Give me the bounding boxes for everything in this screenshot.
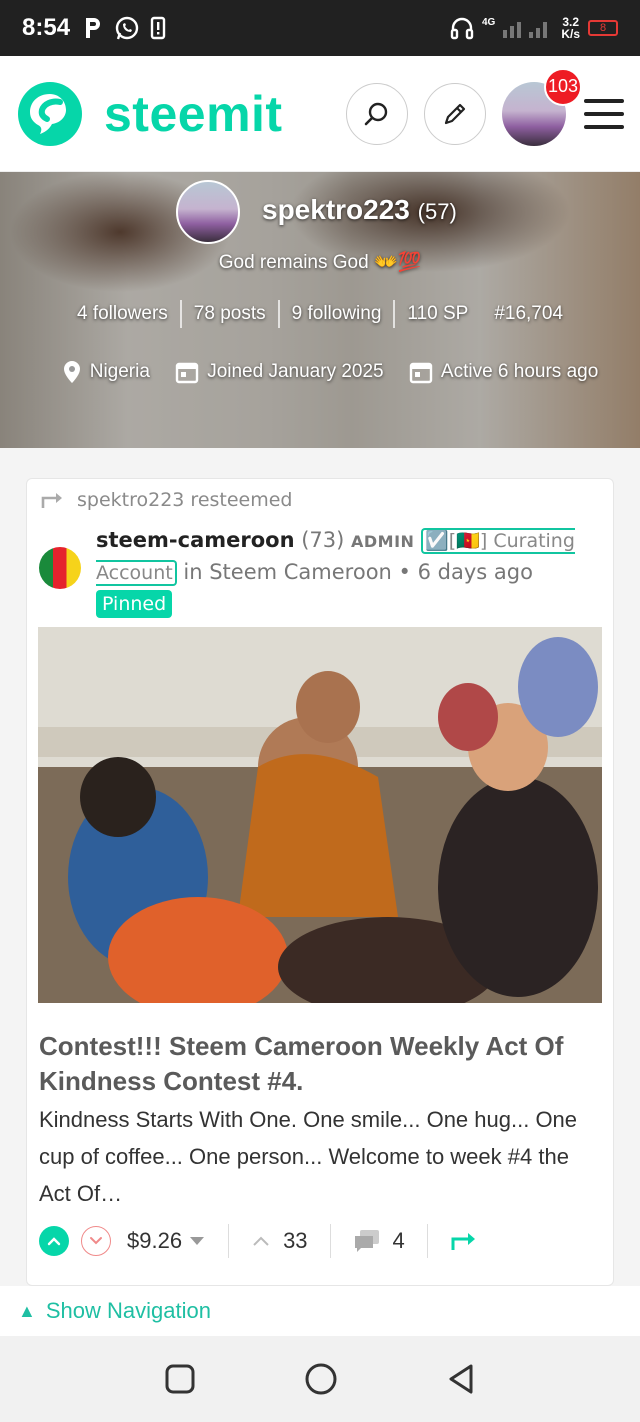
whatsapp-icon: [115, 16, 139, 40]
notification-badge: 103: [544, 67, 582, 106]
admin-label: ADMIN: [351, 532, 415, 551]
system-nav-bar: [0, 1336, 640, 1422]
parking-icon: [86, 18, 101, 38]
resteem-line: spektro223 resteemed: [41, 489, 293, 511]
divider: [329, 1224, 331, 1258]
status-time: 8:54: [22, 14, 71, 41]
downvote-button[interactable]: [81, 1226, 111, 1256]
profile-active: Active 6 hours ago: [409, 354, 598, 390]
post-excerpt[interactable]: Kindness Starts With One. One smile... O…: [39, 1101, 599, 1212]
post-image-illustration: [38, 627, 602, 1003]
author-reputation: (73): [301, 528, 345, 552]
menu-icon-line: [584, 111, 624, 116]
votes-chevron-icon: [253, 1236, 269, 1246]
divider: [179, 300, 182, 328]
steem-power: 110 SP: [407, 303, 469, 324]
calendar-icon: [409, 362, 433, 384]
payout-value[interactable]: $9.26: [127, 1228, 182, 1254]
post-image[interactable]: [38, 627, 602, 1003]
upvote-button[interactable]: [39, 1226, 69, 1256]
calendar-icon: [176, 362, 199, 384]
divider: [426, 1224, 428, 1258]
steemit-logo-icon: [18, 81, 82, 146]
author-info: steem-cameroon (73) ADMIN ☑️[🇨🇲] Curatin…: [96, 525, 596, 618]
profile-reputation: (57): [417, 199, 457, 224]
steemit-logo[interactable]: steemit: [16, 80, 283, 148]
post-card[interactable]: spektro223 resteemed steem-cameroon (73)…: [26, 478, 614, 1286]
status-bar: 8:54 4G 3.2 K/s 8: [0, 0, 640, 56]
profile-location: Nigeria: [62, 354, 150, 390]
divider: [393, 300, 396, 328]
profile-about: God remains God 👐💯: [218, 252, 422, 273]
rank: #16,704: [494, 303, 564, 324]
community-avatar[interactable]: [39, 547, 81, 589]
divider: [277, 300, 280, 328]
headset-icon: [450, 17, 474, 40]
profile-avatar: [176, 180, 240, 244]
post-time[interactable]: 6 days ago: [418, 560, 533, 584]
profile-name: spektro223: [262, 194, 410, 225]
comment-icon: [354, 1230, 379, 1252]
menu-icon-line: [584, 98, 624, 103]
profile-joined: Joined January 2025: [175, 354, 384, 390]
network-type: 4G: [481, 16, 496, 28]
net-speed: 3.2 K/s: [561, 15, 580, 41]
pencil-icon: [444, 103, 466, 124]
chevron-up-icon: [47, 1237, 61, 1246]
triangle-up-icon: ▲: [18, 1300, 36, 1321]
post-actions: $9.26 33 4: [39, 1219, 599, 1263]
location-pin-icon: [63, 361, 80, 383]
profile-banner: spektro223 (57) God remains God 👐💯 4 fol…: [0, 172, 640, 448]
recents-icon[interactable]: [164, 1363, 196, 1395]
battery-icon: 8: [588, 20, 618, 36]
write-post-button[interactable]: [424, 82, 486, 145]
signal-icon: [503, 22, 548, 38]
search-button[interactable]: [346, 82, 408, 145]
profile-meta: Nigeria Joined January 2025 Active 6 hou…: [50, 354, 610, 397]
followers-link[interactable]: 4 followers: [77, 303, 168, 325]
community-link[interactable]: in Steem Cameroon: [183, 560, 391, 584]
author-name[interactable]: steem-cameroon: [96, 528, 295, 552]
vote-count[interactable]: 33: [283, 1228, 307, 1254]
search-icon: [364, 102, 388, 125]
menu-icon-line: [584, 124, 624, 129]
resteem-icon: [41, 493, 62, 508]
profile-name-line: spektro223 (57): [262, 194, 457, 226]
resteem-button-icon[interactable]: [450, 1230, 478, 1252]
posts-link[interactable]: 78 posts: [194, 303, 266, 325]
back-icon[interactable]: [446, 1363, 476, 1395]
chevron-down-icon: [90, 1237, 102, 1245]
profile-stats: 4 followers 78 posts 9 following 110 SP …: [0, 300, 640, 328]
home-icon[interactable]: [304, 1362, 338, 1396]
show-navigation-label: Show Navigation: [45, 1298, 211, 1323]
alert-icon: [150, 16, 166, 40]
divider: [228, 1224, 230, 1258]
caret-down-icon[interactable]: [188, 1235, 206, 1247]
post-title[interactable]: Contest!!! Steem Cameroon Weekly Act Of …: [39, 1029, 599, 1099]
user-avatar-button[interactable]: 103: [502, 67, 582, 146]
divider: [480, 300, 482, 328]
app-header: steemit 103: [0, 56, 640, 172]
pinned-badge: Pinned: [96, 590, 173, 618]
menu-button[interactable]: [584, 98, 624, 129]
show-navigation-button[interactable]: ▲ Show Navigation: [0, 1286, 640, 1336]
following-link[interactable]: 9 following: [292, 303, 382, 325]
logo-text: steemit: [104, 85, 283, 142]
resteem-text[interactable]: spektro223 resteemed: [77, 489, 293, 511]
comment-count[interactable]: 4: [393, 1228, 405, 1254]
